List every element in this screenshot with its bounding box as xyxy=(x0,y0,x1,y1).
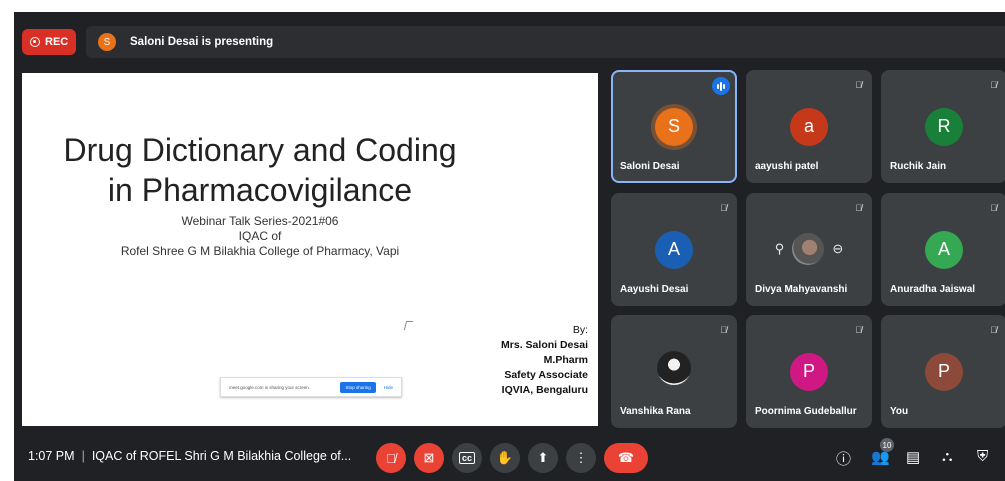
mic-off-icon: 🎙̸ xyxy=(855,325,862,335)
chat-icon: ▤ xyxy=(906,449,921,466)
participant-name: Poornima Gudeballur xyxy=(755,406,857,417)
participant-avatar: R xyxy=(925,107,963,146)
camera-toggle-button[interactable]: ⊠ xyxy=(414,443,444,473)
host-controls-icon: ⛨ xyxy=(977,448,989,465)
participant-tile-ruchik-jain[interactable]: 🎙̸ R Ruchik Jain xyxy=(881,70,1005,183)
slide-title: Drug Dictionary and Coding in Pharmacovi… xyxy=(22,130,498,210)
slide-subtitle: Webinar Talk Series-2021#06 IQAC of Rofe… xyxy=(22,214,498,259)
participant-avatar: A xyxy=(655,230,693,269)
remove-icon[interactable]: ⊖ xyxy=(832,241,843,257)
pin-icon[interactable]: ⚲ xyxy=(775,241,785,257)
participant-name: Ruchik Jain xyxy=(890,161,947,172)
more-options-button[interactable]: ⋮ xyxy=(566,443,596,473)
bottom-control-bar: 1:07 PM | IQAC of ROFEL Shri G M Bilakhia … xyxy=(14,432,1005,481)
slide-subtitle-line-3: Rofel Shree G M Bilakhia College of Phar… xyxy=(120,244,400,258)
slide-title-line-2: in Pharmacovigilance xyxy=(107,172,413,208)
raise-hand-button[interactable]: ✋ xyxy=(490,443,520,473)
participant-name: Vanshika Rana xyxy=(620,406,691,417)
activities-icon: ⛬ xyxy=(942,448,953,465)
meet-window: REC S Saloni Desai is presenting Drug Di… xyxy=(14,12,1005,481)
host-controls-button[interactable]: ⛨ xyxy=(977,448,988,465)
presenter-avatar: S xyxy=(98,33,116,51)
record-icon xyxy=(30,37,40,47)
participant-photo xyxy=(657,350,691,385)
participant-name: Aayushi Desai xyxy=(620,284,689,295)
info-icon: ⓘ xyxy=(836,451,852,468)
people-icon: 👥 xyxy=(871,449,890,466)
participant-tile-you[interactable]: 🎙̸ P You xyxy=(881,315,1005,428)
author-role: Safety Associate xyxy=(504,369,588,381)
more-options-icon: ⋮ xyxy=(574,450,588,465)
mic-off-icon: 🎙̸ xyxy=(855,203,862,213)
participant-avatar: P xyxy=(925,352,963,391)
present-button[interactable]: ⬆ xyxy=(528,443,558,473)
participant-tile-anuradha-jaiswal[interactable]: 🎙̸ A Anuradha Jaiswal xyxy=(881,193,1005,306)
participant-name: You xyxy=(890,406,909,417)
participant-tile-aayushi-patel[interactable]: 🎙̸ a aayushi patel xyxy=(746,70,872,183)
presenting-banner: S Saloni Desai is presenting xyxy=(86,26,1005,58)
participant-tile-poornima-gudeballur[interactable]: 🎙̸ P Poornima Gudeballur xyxy=(746,315,872,428)
participant-avatar: a xyxy=(790,107,828,146)
slide-subtitle-line-2: IQAC of xyxy=(238,229,282,243)
recording-label: REC xyxy=(45,36,69,48)
speaking-indicator-icon xyxy=(712,77,730,95)
clock-time: 1:07 PM xyxy=(28,449,75,463)
author-degree: M.Pharm xyxy=(543,354,588,366)
mic-off-icon: 🎙̸ xyxy=(386,450,396,466)
presenting-text: Saloni Desai is presenting xyxy=(130,36,274,48)
author-company: IQVIA, Bengaluru xyxy=(501,384,588,396)
slide-subtitle-line-1: Webinar Talk Series-2021#06 xyxy=(181,214,339,228)
camera-off-icon: ⊠ xyxy=(423,450,435,465)
participant-name: aayushi patel xyxy=(755,161,819,172)
participant-name: Anuradha Jaiswal xyxy=(890,284,976,295)
raise-hand-icon: ✋ xyxy=(496,450,514,465)
separator: | xyxy=(81,449,85,463)
info-button[interactable]: ⓘ xyxy=(836,448,851,469)
participant-tile-aayushi-desai[interactable]: 🎙̸ A Aayushi Desai xyxy=(611,193,737,306)
mic-off-icon: 🎙̸ xyxy=(990,203,997,213)
meeting-details: 1:07 PM | IQAC of ROFEL Shri G M Bilakhia … xyxy=(28,449,351,463)
participant-tile-divya-mahyavanshi[interactable]: 🎙̸ ⚲ ⊖ Divya Mahyavanshi xyxy=(746,193,872,306)
end-call-icon: ☎ xyxy=(617,450,635,465)
participant-name: Saloni Desai xyxy=(620,161,680,172)
end-call-button[interactable]: ☎ xyxy=(604,443,648,473)
participant-tile-vanshika-rana[interactable]: 🎙̸ Vanshika Rana xyxy=(611,315,737,428)
mic-off-icon: 🎙̸ xyxy=(720,203,727,213)
mouse-cursor-icon xyxy=(403,321,414,330)
mic-toggle-button[interactable]: 🎙̸ xyxy=(376,443,406,473)
hide-notice-button[interactable]: Hide xyxy=(384,385,393,390)
mic-off-icon: 🎙̸ xyxy=(990,80,997,90)
author-by-label: By: xyxy=(572,324,588,336)
participant-avatar: S xyxy=(655,107,693,146)
slide-title-line-1: Drug Dictionary and Coding xyxy=(63,132,457,168)
participant-photo xyxy=(792,233,825,265)
mic-off-icon: 🎙̸ xyxy=(855,80,862,90)
author-name: Mrs. Saloni Desai xyxy=(501,339,588,351)
participant-name: Divya Mahyavanshi xyxy=(755,284,848,295)
participant-avatar: A xyxy=(925,230,963,269)
activities-button[interactable]: ⛬ xyxy=(942,448,953,465)
share-notice-text: meet.google.com is sharing your screen. xyxy=(229,384,311,390)
chat-button[interactable]: ▤ xyxy=(906,448,920,466)
mic-off-icon: 🎙̸ xyxy=(990,325,997,335)
shared-screen: Drug Dictionary and Coding in Pharmacovi… xyxy=(22,73,598,426)
tile-hover-controls: ⚲ ⊖ xyxy=(746,233,872,265)
meeting-title: IQAC of ROFEL Shri G M Bilakhia College … xyxy=(91,449,352,463)
stop-sharing-button[interactable]: Stop sharing xyxy=(340,381,376,393)
screen-share-notice: meet.google.com is sharing your screen. … xyxy=(220,377,402,397)
captions-icon: cc xyxy=(458,452,475,464)
present-icon: ⬆ xyxy=(537,450,549,465)
recording-indicator: REC xyxy=(22,29,76,55)
people-button[interactable]: 👥 xyxy=(871,448,890,466)
mic-off-icon: 🎙̸ xyxy=(720,325,727,335)
participant-tile-saloni-desai[interactable]: S Saloni Desai xyxy=(611,70,737,183)
participant-avatar: P xyxy=(790,352,828,391)
slide-author-block: By: Mrs. Saloni Desai M.Pharm Safety Ass… xyxy=(501,323,588,398)
captions-button[interactable]: cc xyxy=(452,443,482,473)
